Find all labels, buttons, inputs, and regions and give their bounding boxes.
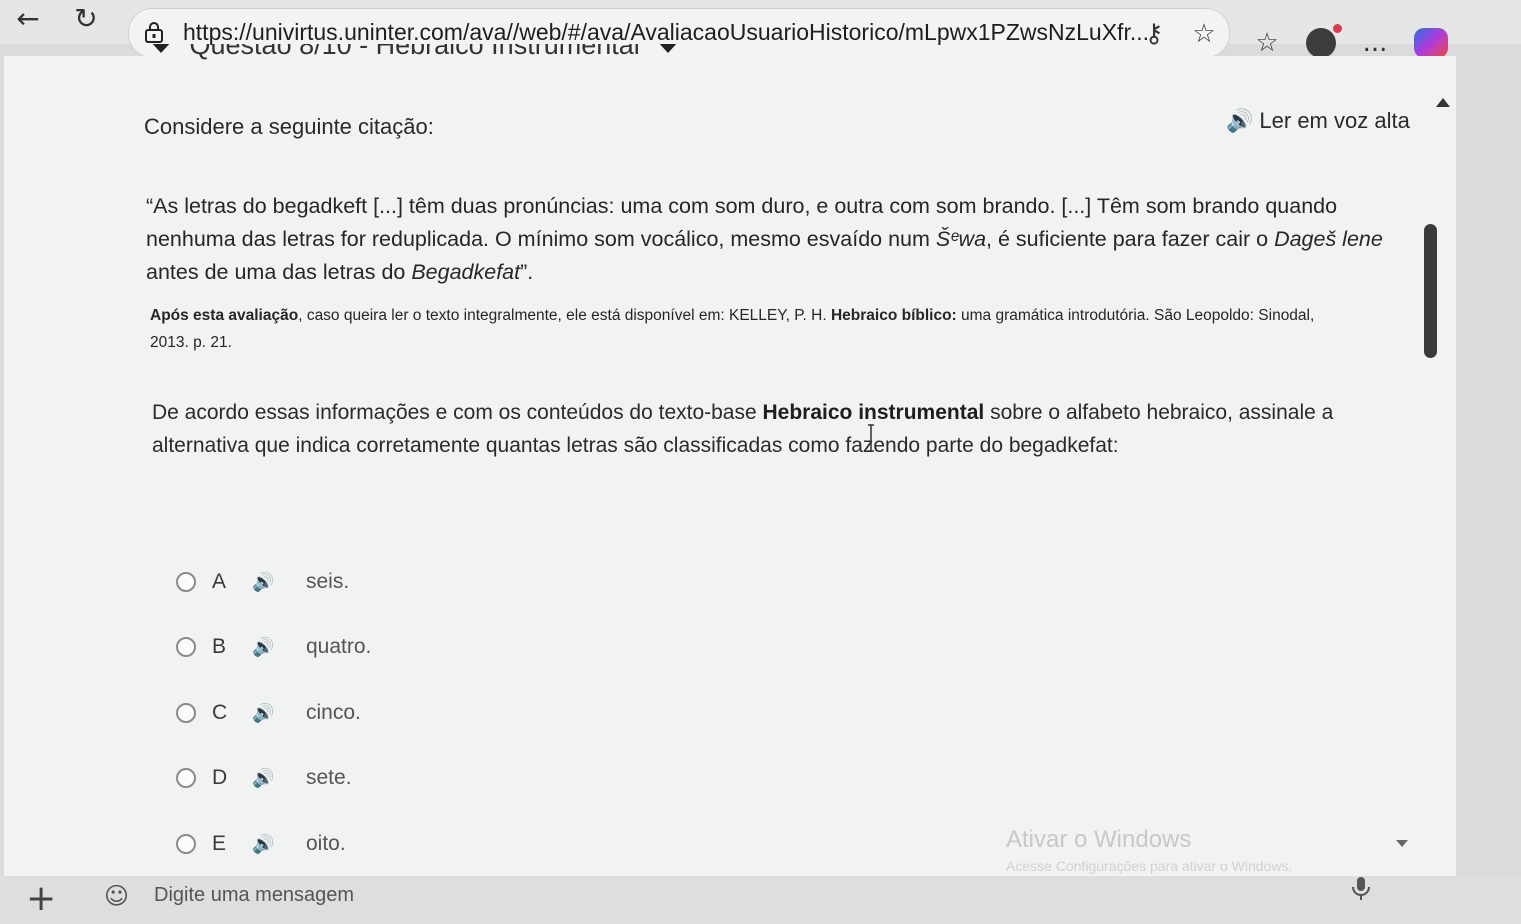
option-letter: E [212,832,227,855]
plus-icon[interactable]: + [26,878,56,919]
option-text: cinco. [306,701,361,724]
speaker-icon[interactable]: 🔊 [252,572,292,593]
windows-activation-watermark: Ativar o Windows [1006,826,1192,853]
question-title: Questão 8/10 - Hebraico Instrumental [189,44,640,60]
option-a[interactable]: A 🔊 seis. [156,552,636,612]
profile-icon[interactable] [1306,24,1342,58]
option-text: seis. [306,570,350,593]
scroll-down-icon[interactable] [1396,840,1408,847]
star-icon[interactable]: ☆ [1187,17,1221,51]
read-aloud-button[interactable]: 🔊 Ler em voz alta [1226,108,1410,134]
copilot-icon[interactable] [1414,28,1448,58]
radio-button[interactable] [176,703,196,723]
speaker-icon[interactable]: 🔊 [252,834,292,855]
option-letter: C [212,701,228,724]
radio-button[interactable] [176,572,196,592]
question-header: Questão 8/10 - Hebraico Instrumental [130,44,770,84]
question-intro: Considere a seguinte citação: [144,114,434,139]
windows-activation-subtitle: Acesse Configurações para ativar o Windo… [1006,858,1293,874]
favorites-icon[interactable]: ☆ [1250,26,1284,60]
speaker-icon: 🔊 [1226,109,1254,134]
back-icon[interactable]: ← [10,4,46,34]
speaker-icon[interactable]: 🔊 [252,768,292,789]
citation-quote: “As letras do begadkeft [...] têm duas p… [146,194,1383,284]
option-b[interactable]: B 🔊 quatro. [156,617,636,677]
refresh-icon[interactable]: ↻ [68,4,104,34]
radio-button[interactable] [176,637,196,657]
option-text: sete. [306,766,352,789]
lock-icon[interactable] [143,21,165,43]
message-input[interactable] [154,880,954,910]
option-letter: A [212,570,227,593]
url-text[interactable]: https://univirtus.uninter.com/ava//web/#… [183,19,1149,46]
collapse-icon[interactable] [150,44,172,53]
option-letter: B [212,635,227,658]
option-e[interactable]: E 🔊 oito. [156,814,636,874]
scroll-up-icon[interactable] [1436,98,1450,107]
radio-button[interactable] [176,768,196,788]
expand-icon[interactable] [657,44,680,53]
question-prompt: De acordo essas informações e com os con… [152,401,1334,457]
option-d[interactable]: D 🔊 sete. [156,748,636,808]
speaker-icon[interactable]: 🔊 [252,703,292,724]
more-icon[interactable]: ... [1358,26,1392,60]
radio-button[interactable] [176,834,196,854]
option-text: oito. [306,832,346,855]
emoji-icon[interactable]: ☺ [104,882,129,910]
text-cursor-icon [868,424,874,452]
citation-reference: Após esta avaliação, caso queira ler o t… [150,307,1315,351]
option-c[interactable]: C 🔊 cinco. [156,683,636,743]
speaker-icon[interactable]: 🔊 [252,637,292,658]
key-icon[interactable]: ⚷ [1137,17,1171,51]
option-letter: D [212,766,228,789]
option-text: quatro. [306,635,372,658]
scrollbar-thumb[interactable] [1424,224,1437,358]
read-aloud-label: Ler em voz alta [1259,108,1410,133]
microphone-icon[interactable] [1350,876,1372,902]
chat-bar: + ☺ [0,876,1521,924]
